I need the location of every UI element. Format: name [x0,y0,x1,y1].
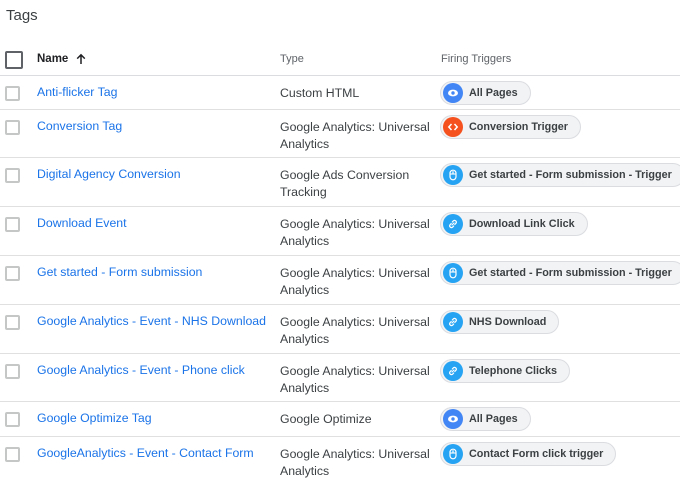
page-title: Tags [6,7,38,24]
row-checkbox[interactable] [5,315,20,330]
row-checkbox[interactable] [5,217,20,232]
trigger-chip[interactable]: Telephone Clicks [440,359,570,383]
link-icon [443,214,463,234]
tag-name-link[interactable]: Google Analytics - Event - Phone click [37,363,245,377]
tag-name-link[interactable]: Digital Agency Conversion [37,167,181,181]
trigger-chip-label: NHS Download [469,316,547,328]
table-row[interactable]: Get started - Form submission Google Anal… [0,256,680,305]
trigger-chip[interactable]: Contact Form click trigger [440,442,617,466]
tag-type: Google Analytics: Universal Analytics [280,120,430,151]
table-row[interactable]: GoogleAnalytics - Event - Contact Form Go… [0,437,680,484]
table-row[interactable]: Download Event Google Analytics: Universa… [0,207,680,256]
row-checkbox[interactable] [5,412,20,427]
mouse-icon [443,444,463,464]
trigger-chip-label: All Pages [469,413,518,425]
select-all-checkbox[interactable] [5,51,23,69]
table-row[interactable]: Anti-flicker Tag Custom HTML All Pages [0,76,680,110]
row-checkbox[interactable] [5,447,20,462]
row-checkbox[interactable] [5,364,20,379]
trigger-chip[interactable]: Get started - Form submission - Trigger [440,261,680,285]
trigger-chip-label: Download Link Click [469,218,575,230]
tag-name-link[interactable]: Google Analytics - Event - NHS Download [37,314,266,328]
tag-name-link[interactable]: Get started - Form submission [37,265,202,279]
tags-table-body: Anti-flicker Tag Custom HTML All Pages Conv… [0,76,680,484]
tag-type: Google Ads Conversion Tracking [280,168,410,199]
tag-name-link[interactable]: Conversion Tag [37,119,122,133]
tag-type: Custom HTML [280,86,360,100]
row-checkbox[interactable] [5,86,20,101]
tag-name-link[interactable]: Download Event [37,216,127,230]
code-icon [443,117,463,137]
tag-name-link[interactable]: Anti-flicker Tag [37,85,117,99]
column-header-triggers[interactable]: Firing Triggers [441,53,511,65]
tag-type: Google Analytics: Universal Analytics [280,447,430,478]
tag-type: Google Analytics: Universal Analytics [280,315,430,346]
column-header-type[interactable]: Type [280,53,304,65]
tag-type: Google Analytics: Universal Analytics [280,266,430,297]
trigger-chip[interactable]: All Pages [440,407,531,431]
row-checkbox[interactable] [5,120,20,135]
trigger-chip-label: Contact Form click trigger [469,448,604,460]
trigger-chip-label: Get started - Form submission - Trigger [469,169,672,181]
mouse-icon [443,263,463,283]
link-icon [443,312,463,332]
table-header: Name Type Firing Triggers [0,42,680,76]
row-checkbox[interactable] [5,168,20,183]
table-row[interactable]: Google Analytics - Event - Phone click Go… [0,354,680,402]
table-row[interactable]: Digital Agency Conversion Google Ads Conv… [0,158,680,207]
table-row[interactable]: Google Analytics - Event - NHS Download G… [0,305,680,354]
column-header-name[interactable]: Name [37,53,87,65]
column-header-name-label: Name [37,53,69,65]
table-row[interactable]: Conversion Tag Google Analytics: Universa… [0,110,680,158]
trigger-chip-label: Get started - Form submission - Trigger [469,267,672,279]
tag-type: Google Analytics: Universal Analytics [280,217,430,248]
trigger-chip[interactable]: Download Link Click [440,212,588,236]
trigger-chip[interactable]: All Pages [440,81,531,105]
mouse-icon [443,165,463,185]
tag-name-link[interactable]: Google Optimize Tag [37,411,152,425]
link-icon [443,361,463,381]
tag-name-link[interactable]: GoogleAnalytics - Event - Contact Form [37,446,254,460]
tag-type: Google Analytics: Universal Analytics [280,364,430,395]
trigger-chip-label: Conversion Trigger [469,121,568,133]
sort-ascending-icon [76,53,86,64]
trigger-chip-label: All Pages [469,87,518,99]
trigger-chip[interactable]: Get started - Form submission - Trigger [440,163,680,187]
eye-icon [443,83,463,103]
eye-icon [443,409,463,429]
table-row[interactable]: Google Optimize Tag Google Optimize All Pa… [0,402,680,437]
trigger-chip-label: Telephone Clicks [469,365,557,377]
row-checkbox[interactable] [5,266,20,281]
trigger-chip[interactable]: NHS Download [440,310,560,334]
trigger-chip[interactable]: Conversion Trigger [440,115,581,139]
tag-type: Google Optimize [280,412,372,426]
